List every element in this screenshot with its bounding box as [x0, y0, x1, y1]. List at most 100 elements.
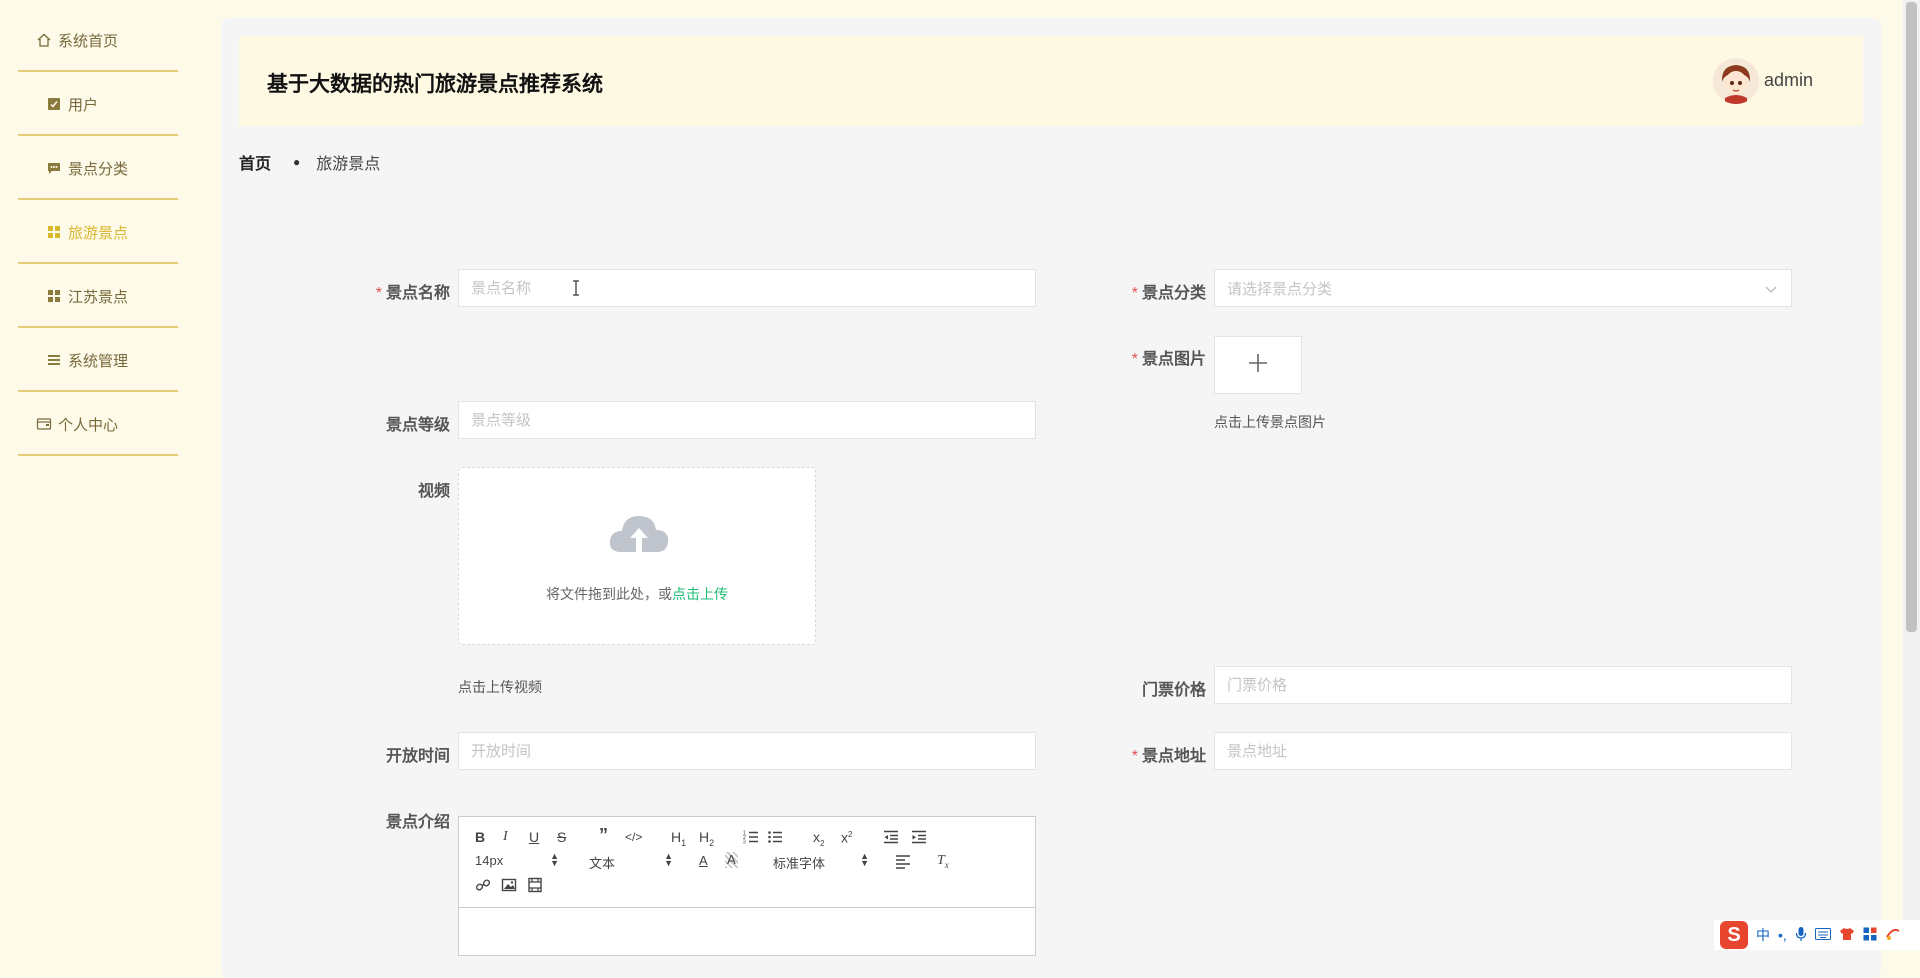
- rich-text-editor: B I U S ” </> H1 H2 123 x2 x2 14px ▲ ▼ 文本…: [458, 816, 1036, 956]
- required-mark: *: [1131, 748, 1138, 765]
- price-input[interactable]: [1214, 666, 1792, 704]
- ime-toolbar: S 中 •,: [1714, 920, 1920, 950]
- username[interactable]: admin: [1764, 70, 1813, 91]
- text-format-select[interactable]: 文本 ▲ ▼: [589, 851, 673, 872]
- grid-icon: [46, 288, 62, 304]
- level-input[interactable]: [458, 401, 1036, 439]
- sidebar: 系统首页 用户 景点分类 旅游景点 江苏景点 系统管理 个人中心: [0, 0, 218, 950]
- category-label: * 景点分类: [1131, 285, 1206, 302]
- address-label: * 景点地址: [1131, 748, 1206, 765]
- sidebar-item-system[interactable]: 系统管理: [18, 330, 178, 392]
- image-icon[interactable]: [501, 877, 517, 896]
- open-time-label: 开放时间: [385, 748, 450, 765]
- select-arrows-icon: ▲ ▼: [550, 851, 559, 868]
- sidebar-item-label: 旅游景点: [68, 224, 129, 242]
- sidebar-item-label: 用户: [68, 96, 99, 114]
- editor-content-area[interactable]: [459, 908, 1035, 956]
- sidebar-item-categories[interactable]: 景点分类: [18, 138, 178, 200]
- breadcrumb-current: 旅游景点: [316, 156, 381, 173]
- level-label: 景点等级: [385, 417, 450, 434]
- blockquote-icon[interactable]: ”: [599, 826, 608, 844]
- sidebar-item-label: 江苏景点: [68, 288, 129, 306]
- align-left-icon[interactable]: [895, 853, 911, 872]
- italic-icon[interactable]: I: [503, 829, 508, 845]
- required-mark: *: [1131, 285, 1138, 302]
- sidebar-item-attractions[interactable]: 旅游景点: [18, 202, 178, 264]
- strikethrough-icon[interactable]: S: [557, 829, 566, 845]
- header: 基于大数据的热门旅游景点推荐系统 admin: [239, 36, 1863, 126]
- punctuation-icon[interactable]: •,: [1778, 927, 1787, 943]
- background-color-icon[interactable]: A: [725, 852, 738, 868]
- sidebar-item-users[interactable]: 用户: [18, 74, 178, 136]
- chat-icon: [46, 160, 62, 176]
- sidebar-item-home[interactable]: 系统首页: [18, 10, 178, 72]
- chevron-down-icon: [1765, 282, 1777, 294]
- font-color-icon[interactable]: A: [699, 853, 708, 869]
- breadcrumb: 首页 ● 旅游景点: [239, 150, 380, 174]
- font-size-select[interactable]: 14px ▲ ▼: [475, 851, 559, 869]
- list-icon: [46, 352, 62, 368]
- breadcrumb-separator-icon: ●: [293, 155, 301, 169]
- open-time-input[interactable]: [458, 732, 1036, 770]
- link-icon[interactable]: [475, 877, 491, 896]
- ordered-list-icon[interactable]: 123: [743, 829, 759, 848]
- image-upload-button[interactable]: [1214, 336, 1302, 394]
- skin-icon[interactable]: [1839, 927, 1855, 944]
- image-label: * 景点图片: [1131, 351, 1206, 368]
- video-drop-zone[interactable]: 将文件拖到此处，或点击上传: [458, 467, 816, 645]
- superscript-icon[interactable]: x2: [841, 827, 852, 846]
- clear-format-icon[interactable]: Tx: [937, 853, 949, 873]
- video-icon[interactable]: [527, 877, 543, 896]
- text-cursor-icon: [572, 280, 580, 296]
- cloud-upload-icon: [607, 508, 671, 558]
- breadcrumb-home[interactable]: 首页: [239, 150, 271, 174]
- keyboard-icon[interactable]: [1814, 927, 1831, 943]
- plus-icon: [1246, 351, 1270, 380]
- name-label: * 景点名称: [375, 285, 450, 302]
- more-icon[interactable]: [1885, 927, 1901, 944]
- video-label: 视频: [417, 483, 450, 500]
- checkbox-icon: [46, 96, 62, 112]
- sidebar-item-label: 系统管理: [68, 352, 129, 370]
- code-block-icon[interactable]: </>: [625, 829, 642, 845]
- heading-1-icon[interactable]: H1: [671, 829, 686, 851]
- indent-icon[interactable]: [911, 829, 927, 848]
- home-icon: [36, 32, 52, 48]
- toolbox-icon[interactable]: [1863, 927, 1877, 944]
- sidebar-item-label: 个人中心: [58, 416, 119, 434]
- select-arrows-icon: ▲ ▼: [664, 851, 673, 868]
- required-mark: *: [375, 285, 382, 302]
- name-input[interactable]: [458, 269, 1036, 307]
- required-mark: *: [1131, 351, 1138, 368]
- grid-icon: [46, 224, 62, 240]
- avatar[interactable]: [1713, 58, 1759, 104]
- microphone-icon[interactable]: [1795, 926, 1807, 945]
- editor-toolbar: B I U S ” </> H1 H2 123 x2 x2 14px ▲ ▼ 文本…: [459, 817, 1035, 908]
- sidebar-item-label: 系统首页: [58, 32, 119, 50]
- bold-icon[interactable]: B: [475, 829, 485, 845]
- price-label: 门票价格: [1141, 682, 1206, 699]
- drop-zone-text: 将文件拖到此处，或点击上传: [546, 586, 728, 602]
- heading-2-icon[interactable]: H2: [699, 829, 714, 851]
- select-arrows-icon: ▲ ▼: [860, 851, 869, 868]
- page-title: 基于大数据的热门旅游景点推荐系统: [267, 73, 603, 96]
- svg-text:3: 3: [743, 840, 746, 846]
- vertical-scrollbar[interactable]: [1903, 0, 1920, 950]
- chinese-mode-icon[interactable]: 中: [1756, 925, 1770, 945]
- video-upload-hint: 点击上传视频: [458, 679, 542, 695]
- sogou-logo-icon[interactable]: S: [1720, 921, 1748, 949]
- font-family-select[interactable]: 标准字体 ▲ ▼: [773, 851, 869, 872]
- scrollbar-thumb[interactable]: [1906, 2, 1917, 632]
- upload-link[interactable]: 点击上传: [672, 586, 728, 602]
- outdent-icon[interactable]: [883, 829, 899, 848]
- bullet-list-icon[interactable]: [767, 829, 783, 848]
- address-input[interactable]: [1214, 732, 1792, 770]
- wallet-icon: [36, 416, 52, 432]
- sidebar-item-profile[interactable]: 个人中心: [18, 394, 178, 456]
- image-upload-hint: 点击上传景点图片: [1214, 414, 1326, 430]
- subscript-icon[interactable]: x2: [813, 829, 824, 852]
- category-select[interactable]: 请选择景点分类: [1214, 269, 1792, 307]
- underline-icon[interactable]: U: [529, 829, 539, 845]
- sidebar-item-jiangsu[interactable]: 江苏景点: [18, 266, 178, 328]
- sidebar-item-label: 景点分类: [68, 160, 129, 178]
